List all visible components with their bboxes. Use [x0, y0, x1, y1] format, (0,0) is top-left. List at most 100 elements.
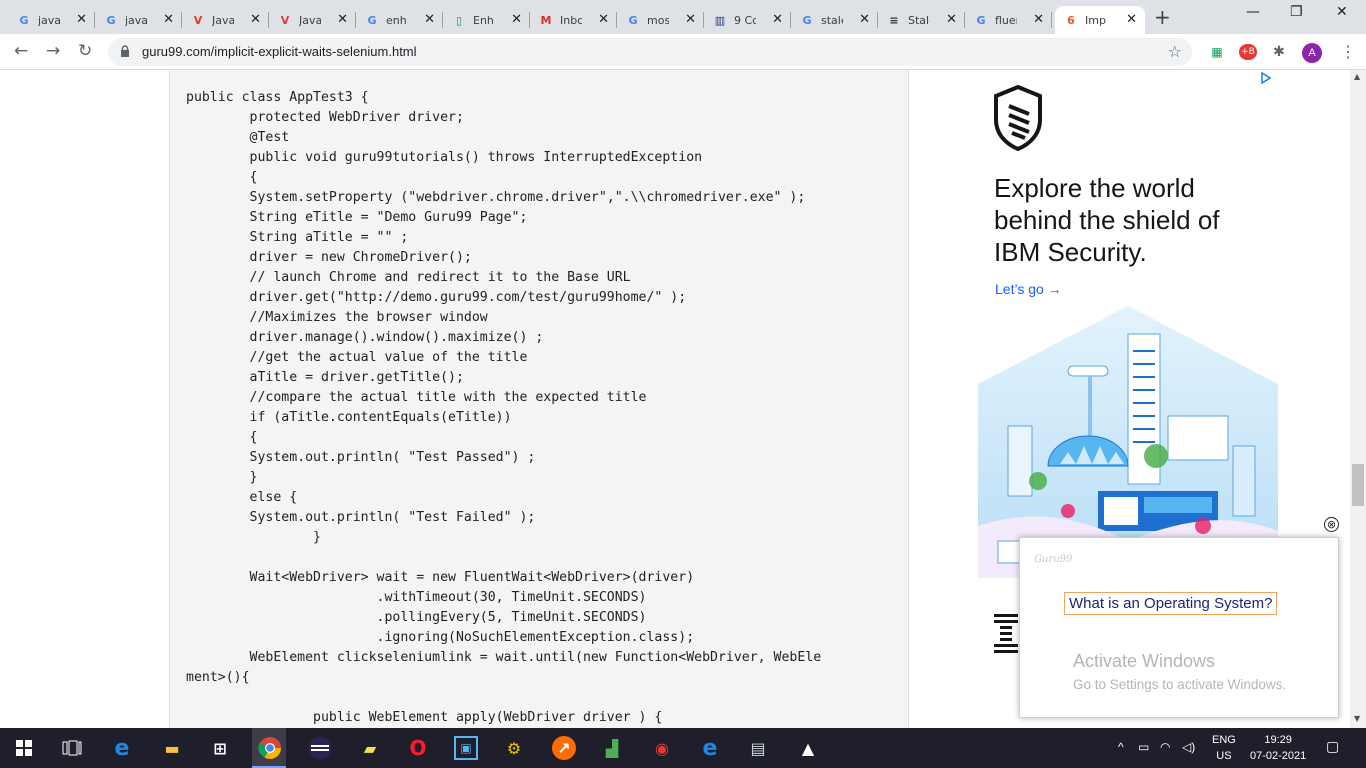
chart-icon: ▥ — [714, 13, 726, 27]
record-app-icon[interactable]: ◉ — [650, 736, 674, 760]
sticky-notes-icon[interactable]: ▰ — [358, 736, 382, 760]
wifi-icon[interactable]: ◠ — [1160, 740, 1170, 754]
tab-close-icon[interactable]: ✕ — [772, 12, 783, 27]
browser-tab[interactable]: 6 Impl ✕ — [1055, 6, 1145, 34]
tab-close-icon[interactable]: ✕ — [76, 12, 87, 27]
postman-icon[interactable]: ↗ — [552, 736, 576, 760]
tab-title: Enh — [473, 13, 494, 27]
reload-button[interactable]: ↻ — [78, 41, 92, 61]
popup-brand-logo: Guru99 — [1034, 554, 1073, 565]
tab-title: Stale — [908, 13, 930, 27]
tab-title: enh — [386, 13, 407, 27]
browser-tab[interactable]: Gjava ✕ — [8, 6, 95, 34]
browser-tab[interactable]: V Java ✕ — [182, 6, 269, 34]
v-icon: V — [280, 13, 290, 27]
new-tab-button[interactable]: + — [1154, 5, 1171, 29]
page-scrollbar[interactable]: ▲ ▼ — [1350, 70, 1366, 728]
tab-title: java — [125, 13, 147, 27]
tab-close-icon[interactable]: ✕ — [859, 12, 870, 27]
menu-kebab-icon[interactable]: ⋮ — [1340, 42, 1356, 61]
document-icon: ▯ — [455, 13, 463, 27]
tab-close-icon[interactable]: ✕ — [163, 12, 174, 27]
edge-legacy-icon[interactable]: e — [110, 736, 134, 761]
tab-close-icon[interactable]: ✕ — [1126, 12, 1137, 27]
tab-close-icon[interactable]: ✕ — [598, 12, 609, 27]
language-top: ENG — [1212, 734, 1236, 746]
browser-tab[interactable]: Gjava ✕ — [95, 6, 182, 34]
popup-close-icon[interactable]: ⊗ — [1324, 517, 1339, 532]
database-tool-icon[interactable]: ▤ — [746, 736, 770, 760]
battery-icon[interactable]: ▭ — [1138, 740, 1149, 754]
v-icon: V — [193, 13, 203, 27]
tab-title: Inbo — [560, 13, 582, 27]
tab-close-icon[interactable]: ✕ — [946, 12, 957, 27]
browser-tab[interactable]: ≡ Stale ✕ — [878, 6, 965, 34]
scroll-up-arrow-icon[interactable]: ▲ — [1354, 72, 1360, 81]
chart-app-icon[interactable]: ▟ — [600, 736, 624, 760]
tab-title: fluer — [995, 13, 1017, 27]
scrollbar-thumb[interactable] — [1352, 464, 1364, 506]
maximize-button[interactable]: ❐ — [1290, 4, 1303, 20]
eclipse-icon[interactable] — [308, 736, 332, 760]
tab-title: Impl — [1085, 13, 1107, 27]
tab-title: Java — [299, 13, 321, 27]
google-icon: G — [802, 13, 812, 27]
google-icon: G — [106, 13, 116, 27]
browser-tab[interactable]: ▯ Enh ✕ — [443, 6, 530, 34]
tab-close-icon[interactable]: ✕ — [337, 12, 348, 27]
browser-tab[interactable]: Gmos ✕ — [617, 6, 704, 34]
scroll-down-arrow-icon[interactable]: ▼ — [1354, 714, 1360, 723]
tab-close-icon[interactable]: ✕ — [1033, 12, 1044, 27]
google-icon: G — [367, 13, 377, 27]
browser-tab[interactable]: Gfluer ✕ — [965, 6, 1052, 34]
settings-app-icon[interactable]: ⚙ — [502, 736, 526, 760]
guru99-icon: 6 — [1067, 13, 1075, 27]
browser-tab[interactable]: Gstale ✕ — [791, 6, 878, 34]
sheets-extension-icon[interactable]: ▦ — [1209, 44, 1225, 60]
activate-windows-title: Activate Windows — [1073, 651, 1216, 671]
back-button[interactable]: ← — [14, 41, 28, 61]
extension-badge-icon[interactable]: +B — [1239, 44, 1257, 60]
snipping-tool-icon[interactable]: ▣ — [454, 736, 478, 760]
tab-title: Java — [212, 13, 234, 27]
close-window-button[interactable]: ✕ — [1336, 4, 1348, 20]
lock-icon — [121, 45, 129, 57]
system-clock[interactable]: 19:29 07-02-2021 — [1250, 732, 1306, 764]
address-bar[interactable]: guru99.com/implicit-explicit-waits-selen… — [108, 38, 1192, 66]
clock-date: 07-02-2021 — [1250, 750, 1307, 762]
tab-close-icon[interactable]: ✕ — [511, 12, 522, 27]
profile-avatar[interactable]: A — [1302, 43, 1322, 63]
task-view-icon[interactable] — [62, 740, 82, 756]
forward-button[interactable]: → — [46, 41, 60, 61]
notifications-icon[interactable]: ▢ — [1326, 738, 1339, 755]
chrome-icon[interactable] — [258, 736, 282, 760]
bookmark-star-icon[interactable]: ☆ — [1168, 42, 1182, 61]
browser-tab[interactable]: ▥ 9 Cc ✕ — [704, 6, 791, 34]
clock-time: 19:29 — [1264, 734, 1292, 746]
browser-tab[interactable]: V Java ✕ — [269, 6, 356, 34]
opera-icon[interactable]: O — [406, 736, 430, 760]
internet-explorer-icon[interactable]: e — [698, 736, 722, 761]
ibm-shield-logo-icon — [994, 84, 1042, 152]
file-explorer-icon[interactable]: ▬ — [160, 736, 184, 760]
volume-icon[interactable]: ◁) — [1182, 740, 1195, 754]
tab-close-icon[interactable]: ✕ — [424, 12, 435, 27]
tab-title: stale — [821, 13, 843, 27]
tab-title: java — [38, 13, 60, 27]
ad-cta-link[interactable]: Let’s go → — [995, 281, 1062, 297]
code-block: public class AppTest3 { protected WebDri… — [169, 70, 909, 728]
photos-app-icon[interactable]: ▲ — [796, 736, 820, 760]
browser-tab[interactable]: M Inbo ✕ — [530, 6, 617, 34]
browser-tab[interactable]: Genh ✕ — [356, 6, 443, 34]
tab-close-icon[interactable]: ✕ — [685, 12, 696, 27]
tab-close-icon[interactable]: ✕ — [250, 12, 261, 27]
extensions-puzzle-icon[interactable]: ✱ — [1271, 44, 1287, 60]
show-hidden-icons-icon[interactable]: ^ — [1118, 740, 1124, 754]
ad-choices-icon[interactable] — [1260, 72, 1272, 84]
tab-title: 9 Cc — [734, 13, 756, 27]
language-indicator[interactable]: ENG US — [1212, 732, 1236, 764]
store-icon[interactable]: ⊞ — [208, 736, 232, 760]
minimize-button[interactable]: — — [1246, 4, 1260, 20]
popup-article-link[interactable]: What is an Operating System? — [1064, 592, 1278, 615]
windows-start-icon[interactable] — [16, 740, 32, 756]
